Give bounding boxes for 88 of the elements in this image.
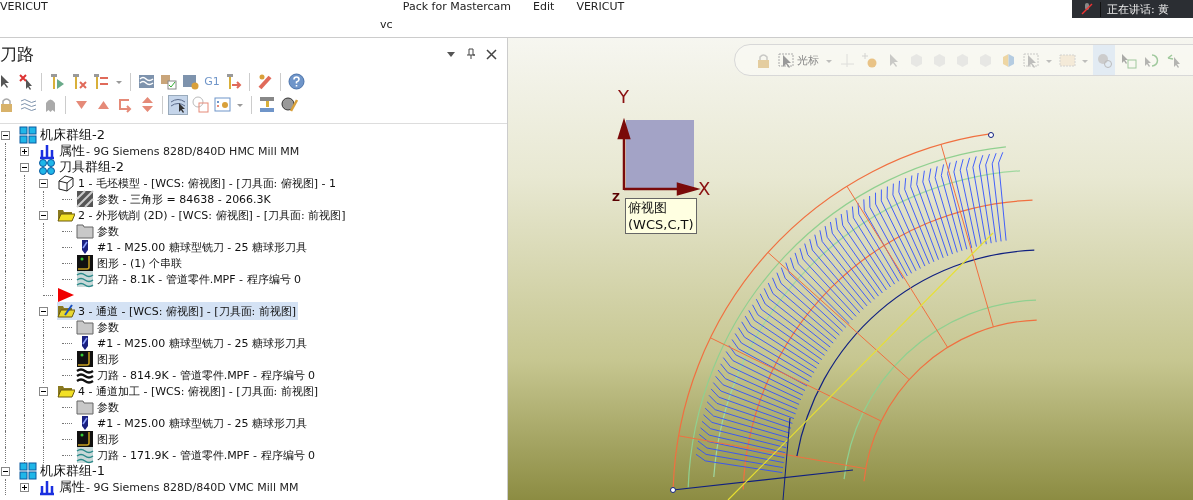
hatched-square-icon (76, 190, 94, 208)
waves-icon[interactable] (137, 73, 155, 90)
axis-label: Z (612, 192, 620, 203)
cursor-cross-icon[interactable] (17, 73, 35, 90)
menu-label: VERICUT (0, 0, 48, 13)
axis-label: Y (618, 88, 629, 106)
folder-icon (76, 398, 94, 416)
tree-item[interactable]: 刀具群组-2 (59, 158, 124, 176)
tree-item[interactable]: 参数 (97, 319, 119, 335)
document-tab-label: vc (380, 18, 394, 31)
geometry-icon (76, 430, 94, 448)
tree-item[interactable]: 图形 (97, 431, 119, 447)
collapse-icon[interactable] (39, 178, 48, 188)
tree-item[interactable]: 属性 (59, 478, 85, 496)
notification-text: 正在讲话: 黄 (1100, 1, 1170, 17)
folder-icon (76, 222, 94, 240)
cube-outline-icon (57, 174, 75, 192)
path-cursor-icon[interactable] (169, 96, 187, 113)
waves-icon (76, 270, 94, 288)
tree-item[interactable]: #1 - M25.00 糖球型铣刀 - 25 糖球形刀具 (97, 239, 308, 255)
boxes-check-icon[interactable] (159, 73, 177, 90)
insertion-arrow-icon (57, 286, 75, 304)
view-tooltip: 俯视图 (WCS,C,T) (625, 198, 697, 234)
tool-arrows-icon[interactable] (92, 73, 110, 90)
tree-item[interactable]: 图形 - (1) 个串联 (97, 255, 183, 271)
tree-item[interactable]: 刀路 - 8.1K - 管道零件.MPF - 程序编号 0 (97, 271, 302, 287)
grid-icon (19, 126, 37, 144)
panel-title: 刀路 (0, 42, 34, 66)
muted-microphone-icon (1080, 2, 1094, 16)
bracket-arrow-icon[interactable] (116, 96, 134, 113)
tree-item[interactable]: #1 - M25.00 糖球型铣刀 - 25 糖球形刀具 (97, 415, 308, 431)
tree-item-detail: - 9G Siemens 828D/840D HMC Mill MM (86, 144, 300, 158)
folder-pencil-icon (57, 302, 75, 320)
waves-icon (76, 446, 94, 464)
close-icon[interactable] (486, 48, 497, 60)
gear-plus-icon[interactable] (861, 51, 879, 69)
menu-label: Pack for Mastercam (402, 0, 512, 13)
cursor-selection-icon[interactable] (1022, 51, 1040, 69)
wrench-icon[interactable] (256, 73, 274, 90)
waves-icon[interactable] (19, 96, 37, 113)
sphere-pencil-icon[interactable] (280, 96, 298, 113)
menu-label: Edit (533, 0, 555, 13)
machine-icon[interactable] (258, 96, 276, 113)
lock-icon[interactable] (0, 96, 15, 113)
list-gear-icon[interactable] (213, 96, 231, 113)
cursor-selection-icon (778, 51, 795, 69)
tree-item[interactable]: 机床群组-1 (40, 462, 105, 480)
tree-item[interactable]: 1 - 毛坯模型 - [WCS: 俯视图] - [刀具面: 俯视图] - 1 (78, 175, 336, 191)
tree-item[interactable]: 参数 (97, 399, 119, 415)
tool-play-icon[interactable] (48, 73, 66, 90)
tree-item[interactable]: 参数 (97, 223, 119, 239)
folder-icon (76, 318, 94, 336)
geometry-icon (76, 350, 94, 368)
tree-item[interactable]: 属性 (59, 142, 85, 160)
cursor-check-icon[interactable] (1119, 51, 1137, 69)
tree-item[interactable]: 刀路 - 814.9K - 管道零件.MPF - 程序编号 0 (97, 367, 316, 383)
expand-icon[interactable] (20, 482, 29, 492)
tree-item-detail: - 9G Siemens 828D/840D VMC Mill MM (86, 480, 299, 494)
expand-icon[interactable] (20, 146, 29, 156)
bar-chart-icon (38, 478, 56, 496)
tool-arrow-icon[interactable] (225, 73, 243, 90)
cursor-button[interactable]: 光标 (776, 45, 821, 75)
cursor-undo-icon[interactable] (1165, 51, 1183, 69)
tree-item[interactable]: 机床群组-2 (40, 126, 105, 144)
tree-item[interactable]: 参数 - 三角形 = 84638 - 2066.3K (97, 191, 271, 207)
grid-icon (19, 462, 37, 480)
tree-item[interactable]: 2 - 外形铣削 (2D) - [WCS: 俯视图] - [刀具面: 前视图] (78, 207, 346, 223)
tool-cross-icon[interactable] (70, 73, 88, 90)
help-icon[interactable] (287, 73, 305, 90)
collapse-icon[interactable] (39, 306, 48, 316)
menu-label: VERICUT (576, 0, 625, 13)
dropdown-icon[interactable] (446, 49, 456, 59)
collapse-icon[interactable] (20, 162, 29, 172)
collapse-icon[interactable] (1, 130, 10, 140)
tree-item[interactable]: #1 - M25.00 糖球型铣刀 - 25 糖球形刀具 (97, 335, 308, 351)
collapse-icon[interactable] (1, 466, 10, 476)
tree-item[interactable]: 4 - 通道加工 - [WCS: 俯视图] - [刀具面: 前视图] (78, 383, 318, 399)
pin-icon[interactable] (466, 48, 476, 60)
bar-chart-icon (38, 142, 56, 160)
geometry-icon (76, 254, 94, 272)
collapse-icon[interactable] (39, 210, 48, 220)
cursor-rotate-icon[interactable] (1142, 51, 1160, 69)
circles-icon (38, 158, 56, 176)
collapse-icon[interactable] (39, 386, 48, 396)
waves-icon (76, 366, 94, 384)
tree-item[interactable]: 刀路 - 171.9K - 管道零件.MPF - 程序编号 0 (97, 447, 316, 463)
tree-item[interactable]: 图形 (97, 351, 119, 367)
axis-label: X (698, 180, 711, 198)
